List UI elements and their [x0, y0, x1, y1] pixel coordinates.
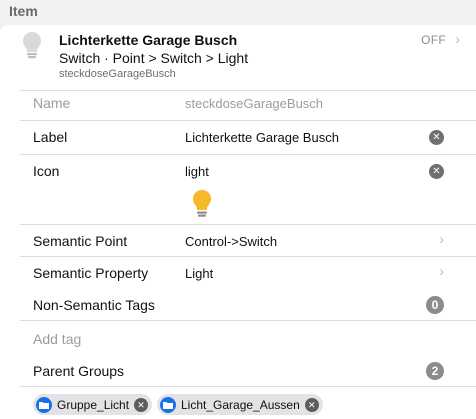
lightbulb-off-icon	[23, 32, 41, 59]
clear-label-button[interactable]: ✕	[429, 130, 444, 145]
name-value: steckdoseGarageBusch	[185, 96, 324, 111]
semantic-point-value[interactable]: Control->Switch	[185, 234, 277, 249]
group-chip-licht-garage-aussen[interactable]: Licht_Garage_Aussen ✕	[157, 394, 323, 415]
label-input[interactable]: Lichterkette Garage Busch	[185, 130, 339, 145]
item-type-path: Switch · Point > Switch > Light	[59, 50, 249, 66]
chevron-right-icon[interactable]: ›	[439, 263, 444, 279]
name-label: Name	[33, 95, 71, 111]
semantic-property-value[interactable]: Light	[185, 266, 213, 281]
folder-icon	[160, 396, 176, 413]
tags-count-badge: 0	[426, 296, 444, 314]
lightbulb-on-icon	[193, 190, 211, 217]
chevron-right-icon: ›	[455, 31, 460, 47]
divider	[20, 120, 476, 121]
divider	[20, 154, 476, 155]
divider	[20, 386, 476, 387]
item-state: OFF	[421, 33, 446, 47]
divider	[20, 90, 476, 91]
item-title: Lichterkette Garage Busch	[59, 32, 238, 48]
icon-input[interactable]: light	[185, 164, 209, 179]
divider	[20, 224, 476, 225]
section-title: Item	[9, 3, 38, 19]
semantic-property-label: Semantic Property	[33, 265, 149, 281]
label-field-label: Label	[33, 129, 68, 145]
icon-field-label: Icon	[33, 163, 60, 179]
parent-groups-count-badge: 2	[426, 362, 444, 380]
remove-group-button[interactable]: ✕	[304, 397, 319, 412]
semantic-point-label: Semantic Point	[33, 233, 128, 249]
chevron-right-icon[interactable]: ›	[439, 231, 444, 247]
folder-icon	[36, 396, 52, 413]
group-chip-label: Licht_Garage_Aussen	[181, 397, 300, 412]
clear-icon-button[interactable]: ✕	[429, 164, 444, 179]
remove-group-button[interactable]: ✕	[134, 397, 149, 412]
item-name: steckdoseGarageBusch	[59, 68, 176, 80]
divider	[20, 320, 476, 321]
add-tag-input[interactable]: Add tag	[33, 331, 81, 347]
non-semantic-tags-label: Non-Semantic Tags	[33, 297, 155, 313]
group-chip-gruppe-licht[interactable]: Gruppe_Licht ✕	[33, 394, 153, 415]
group-chip-label: Gruppe_Licht	[57, 397, 130, 412]
parent-groups-label: Parent Groups	[33, 363, 125, 379]
divider	[20, 256, 476, 257]
